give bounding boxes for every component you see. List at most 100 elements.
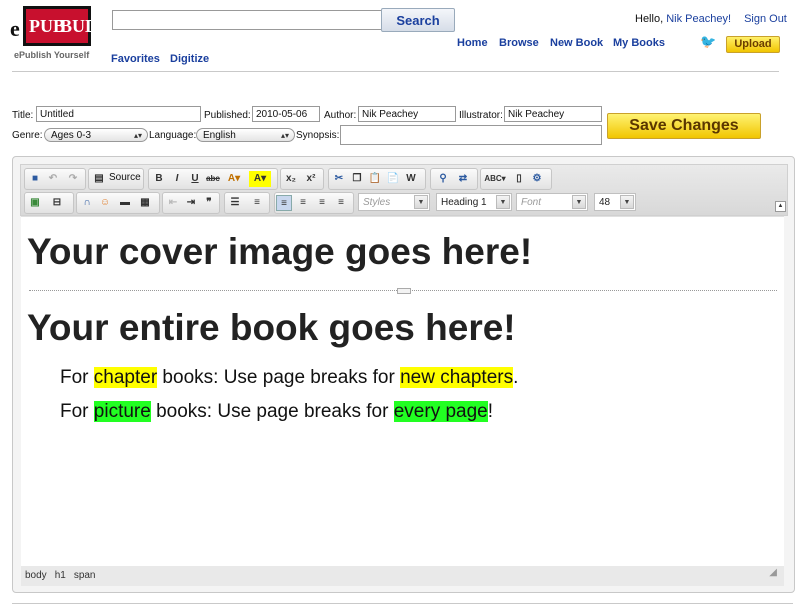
title-field[interactable]: Untitled xyxy=(36,106,201,122)
spellcheck-icon[interactable]: ABC▾ xyxy=(483,171,507,187)
nav-favorites[interactable]: Favorites xyxy=(111,53,160,65)
genre-label: Genre: xyxy=(12,130,43,141)
strikethrough-icon[interactable]: abc xyxy=(205,171,221,187)
chevron-down-icon: ▼ xyxy=(496,195,510,209)
toolbar-group-find: ⚲ ⇄ xyxy=(430,168,478,190)
editor-document[interactable]: Your cover image goes here! Your entire … xyxy=(21,216,784,566)
nav-my-books[interactable]: My Books xyxy=(613,37,665,49)
bulleted-list-icon[interactable]: ☰ xyxy=(227,195,243,211)
preview-icon[interactable]: ▯ xyxy=(511,171,527,187)
toolbar-group-insert: ∩ ☺ ▬ ▦ xyxy=(76,192,160,214)
genre-select[interactable]: Ages 0-3 ▴▾ xyxy=(44,128,148,142)
chevron-down-icon: ▼ xyxy=(620,195,634,209)
underline-icon[interactable]: U xyxy=(187,171,203,187)
toolbar-group-clipboard: ✂ ❐ 📋 📄 W xyxy=(328,168,426,190)
editor-status-bar: body h1 span ◢ xyxy=(21,566,784,586)
genre-value: Ages 0-3 xyxy=(51,130,92,141)
cut-icon[interactable]: ✂ xyxy=(331,171,347,187)
bold-icon[interactable]: B xyxy=(151,171,167,187)
book-heading[interactable]: Your entire book goes here! xyxy=(27,307,516,349)
page-break-icon[interactable]: ⊟ xyxy=(49,195,65,211)
background-color-icon[interactable]: A▾ xyxy=(249,171,271,187)
nav-browse[interactable]: Browse xyxy=(499,37,539,49)
published-field[interactable]: 2010-05-06 xyxy=(252,106,320,122)
font-combo[interactable]: Font ▼ xyxy=(516,193,588,211)
paste-text-icon[interactable]: 📄 xyxy=(385,171,401,187)
upload-button[interactable]: Upload xyxy=(726,36,780,53)
line1-highlight-new-chapters: new chapters xyxy=(400,367,514,388)
superscript-icon[interactable]: x² xyxy=(303,171,319,187)
text-color-icon[interactable]: A▾ xyxy=(223,171,245,187)
nav-new-book[interactable]: New Book xyxy=(550,37,603,49)
paste-icon[interactable]: 📋 xyxy=(367,171,383,187)
toolbar-group-lists: ☰ ≡ xyxy=(224,192,270,214)
link-icon[interactable]: ∩ xyxy=(79,195,95,211)
indent-icon[interactable]: ⇥ xyxy=(183,195,199,211)
styles-combo[interactable]: Styles ▼ xyxy=(358,193,430,211)
line2-text: For xyxy=(60,401,94,422)
collapse-toolbar-icon[interactable]: ▲ xyxy=(775,201,786,212)
line1-text: . xyxy=(513,367,519,388)
title-label: Title: xyxy=(12,110,34,121)
subscript-icon[interactable]: x₂ xyxy=(283,171,299,187)
font-size-combo[interactable]: 48 ▼ xyxy=(594,193,636,211)
toolbar-group-script: x₂ x² xyxy=(280,168,324,190)
language-select[interactable]: English ▴▾ xyxy=(196,128,295,142)
published-label: Published: xyxy=(204,110,251,121)
nav-digitize[interactable]: Digitize xyxy=(170,53,209,65)
logo-e: e xyxy=(10,16,20,41)
search-input[interactable] xyxy=(112,10,382,30)
user-name-link[interactable]: Nik Peachey! xyxy=(666,13,731,25)
table-icon[interactable]: ▦ xyxy=(137,195,153,211)
sign-out-link[interactable]: Sign Out xyxy=(744,13,787,25)
align-left-icon[interactable]: ≡ xyxy=(276,195,292,211)
path-span[interactable]: span xyxy=(74,570,96,581)
save-icon[interactable]: ■ xyxy=(27,171,43,187)
paste-word-icon[interactable]: W xyxy=(403,171,419,187)
greeting-prefix: Hello, xyxy=(635,13,664,25)
outdent-icon[interactable]: ⇤ xyxy=(165,195,181,211)
chapter-books-line[interactable]: For chapter books: Use page breaks for n… xyxy=(60,367,518,389)
toolbar-group-text-style: B I U abc A▾ A▾ xyxy=(148,168,278,190)
author-field[interactable]: Nik Peachey xyxy=(358,106,456,122)
synopsis-field[interactable] xyxy=(340,125,602,145)
find-icon[interactable]: ⚲ xyxy=(435,171,451,187)
image-icon[interactable]: ▣ xyxy=(27,195,43,211)
nav-home[interactable]: Home xyxy=(457,37,488,49)
align-right-icon[interactable]: ≡ xyxy=(314,195,330,211)
cover-heading[interactable]: Your cover image goes here! xyxy=(27,231,532,273)
smiley-icon[interactable]: ☺ xyxy=(97,195,113,211)
horizontal-rule-icon[interactable]: ▬ xyxy=(117,195,133,211)
chevron-down-icon: ▼ xyxy=(414,195,428,209)
align-justify-icon[interactable]: ≡ xyxy=(333,195,349,211)
source-icon: ▤ xyxy=(94,173,104,184)
epubbud-logo[interactable]: e PUB BUD ePublish Yourself xyxy=(10,6,98,60)
format-value: Heading 1 xyxy=(441,197,487,208)
path-body[interactable]: body xyxy=(25,570,47,581)
source-button[interactable]: ▤ Source xyxy=(88,168,144,190)
search-button[interactable]: Search xyxy=(381,8,455,32)
numbered-list-icon[interactable]: ≡ xyxy=(249,195,265,211)
page-break-handle-icon[interactable] xyxy=(397,288,411,294)
user-greeting: Hello, Nik Peachey! Sign Out xyxy=(635,13,787,25)
illustrator-field[interactable]: Nik Peachey xyxy=(504,106,602,122)
picture-books-line[interactable]: For picture books: Use page breaks for e… xyxy=(60,401,493,423)
format-combo[interactable]: Heading 1 ▼ xyxy=(436,193,512,211)
redo-icon[interactable]: ↷ xyxy=(65,171,81,187)
twitter-icon[interactable]: 🐦 xyxy=(700,34,716,49)
blockquote-icon[interactable]: ❞ xyxy=(201,195,217,211)
settings-icon[interactable]: ⚙ xyxy=(529,171,545,187)
author-label: Author: xyxy=(324,110,357,121)
logo-bud: BUD xyxy=(60,16,99,36)
save-changes-button[interactable]: Save Changes xyxy=(607,113,761,139)
copy-icon[interactable]: ❐ xyxy=(349,171,365,187)
path-h1[interactable]: h1 xyxy=(55,570,66,581)
align-center-icon[interactable]: ≡ xyxy=(295,195,311,211)
italic-icon[interactable]: I xyxy=(169,171,185,187)
line1-highlight-chapter: chapter xyxy=(93,367,158,388)
line2-text: ! xyxy=(487,401,494,422)
resize-grip-icon[interactable]: ◢ xyxy=(769,563,777,583)
replace-icon[interactable]: ⇄ xyxy=(455,171,471,187)
undo-icon[interactable]: ↶ xyxy=(45,171,61,187)
font-placeholder: Font xyxy=(521,197,542,208)
